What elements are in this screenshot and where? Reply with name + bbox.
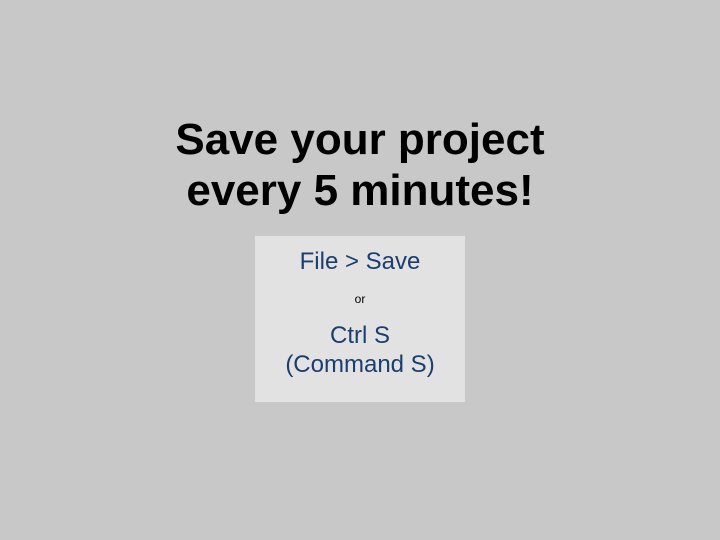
shortcut-line-2: (Command S)	[285, 351, 434, 378]
separator-text: or	[263, 292, 457, 306]
heading-line-2: every 5 minutes!	[186, 166, 533, 215]
heading-line-1: Save your project	[175, 115, 544, 164]
slide-heading: Save your project every 5 minutes!	[175, 115, 544, 216]
menu-path-text: File > Save	[263, 248, 457, 276]
keyboard-shortcut: Ctrl S (Command S)	[263, 322, 457, 380]
shortcut-line-1: Ctrl S	[330, 322, 390, 349]
instruction-box: File > Save or Ctrl S (Command S)	[255, 236, 465, 402]
